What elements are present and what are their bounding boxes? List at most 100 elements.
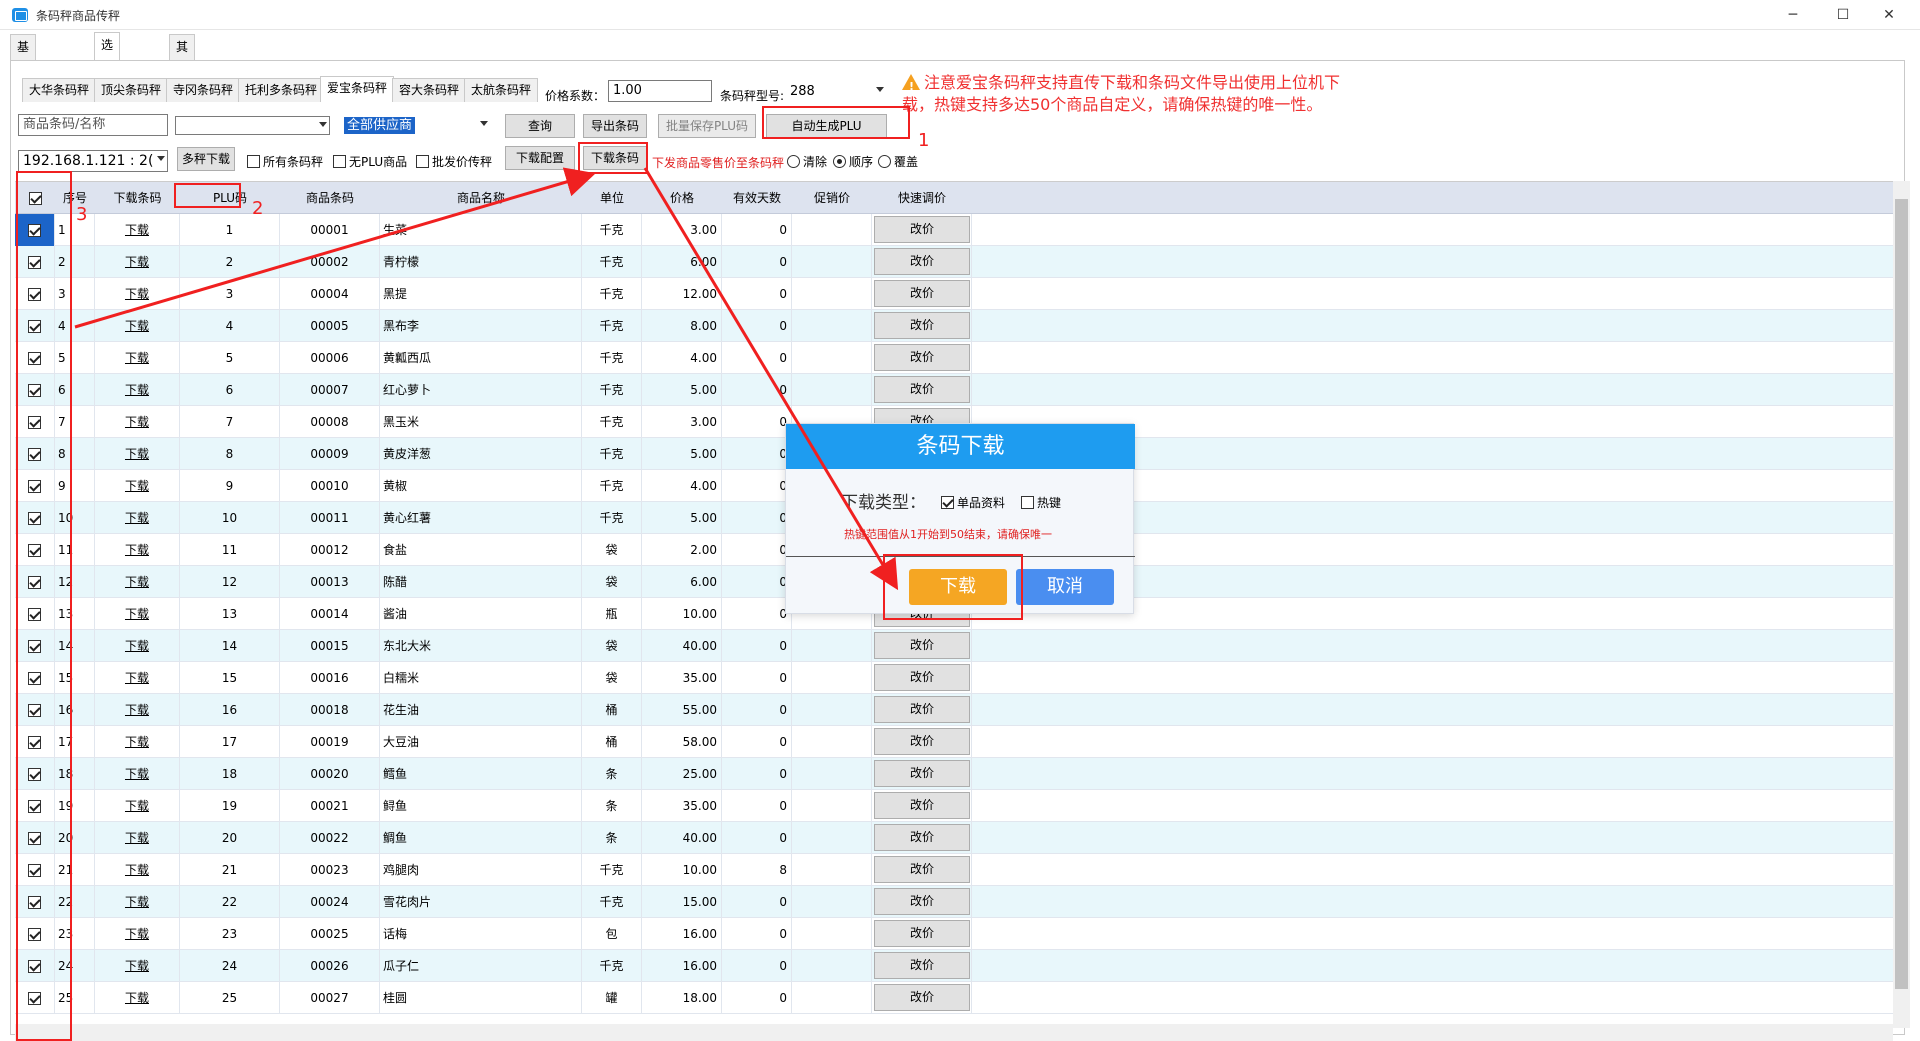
change-price-button[interactable]: 改价 xyxy=(874,248,970,275)
tab-sigang[interactable]: 寺冈条码秤 xyxy=(166,78,241,102)
radio[interactable] xyxy=(878,155,891,168)
download-link[interactable]: 下载 xyxy=(125,831,149,845)
download-link[interactable]: 下载 xyxy=(125,319,149,333)
download-link[interactable]: 下载 xyxy=(125,639,149,653)
option-item-data[interactable]: 单品资料 xyxy=(941,494,1005,511)
download-link[interactable]: 下载 xyxy=(125,895,149,909)
download-link[interactable]: 下载 xyxy=(125,991,149,1005)
table-row[interactable]: 24 下载 24 00026 瓜子仁 千克 16.00 0 改价 xyxy=(15,950,1895,982)
download-link[interactable]: 下载 xyxy=(125,447,149,461)
change-price-button[interactable]: 改价 xyxy=(874,632,970,659)
horizontal-scrollbar[interactable] xyxy=(15,1024,1893,1041)
table-row[interactable]: 1 下载 1 00001 生菜 千克 3.00 0 改价 xyxy=(15,214,1895,246)
download-link[interactable]: 下载 xyxy=(125,703,149,717)
download-link[interactable]: 下载 xyxy=(125,287,149,301)
download-link[interactable]: 下载 xyxy=(125,383,149,397)
download-link[interactable]: 下载 xyxy=(125,351,149,365)
row-checkbox[interactable] xyxy=(28,384,41,397)
download-link[interactable]: 下载 xyxy=(125,863,149,877)
tab-aibao[interactable]: 爱宝条码秤 xyxy=(320,76,395,102)
download-link[interactable]: 下载 xyxy=(125,255,149,269)
row-checkbox[interactable] xyxy=(28,800,41,813)
download-link[interactable]: 下载 xyxy=(125,415,149,429)
checkbox[interactable] xyxy=(416,155,429,168)
minimize-button[interactable]: ─ xyxy=(1770,0,1816,30)
download-button[interactable]: 下载 xyxy=(909,569,1007,605)
row-checkbox[interactable] xyxy=(28,256,41,269)
supplier-select[interactable]: 全部供应商 xyxy=(343,115,491,137)
tab-toledo[interactable]: 托利多条码秤 xyxy=(238,78,325,102)
maximize-button[interactable]: ☐ xyxy=(1820,0,1866,30)
batch-save-plu-button[interactable]: 批量保存PLU码 xyxy=(658,114,756,138)
change-price-button[interactable]: 改价 xyxy=(874,824,970,851)
export-barcode-button[interactable]: 导出条码 xyxy=(583,114,647,138)
change-price-button[interactable]: 改价 xyxy=(874,280,970,307)
table-row[interactable]: 25 下载 25 00027 桂圆罐 18.00 0 改价 xyxy=(15,982,1895,1014)
table-row[interactable]: 16 下载 16 00018 花生油桶 55.00 0 改价 xyxy=(15,694,1895,726)
option-hotkey[interactable]: 热键 xyxy=(1021,494,1061,511)
option-batch-price[interactable]: 批发价传秤 xyxy=(416,153,492,170)
category-select[interactable] xyxy=(175,116,330,135)
table-row[interactable]: 15 下载 15 00016 白糯米袋 35.00 0 改价 xyxy=(15,662,1895,694)
download-link[interactable]: 下载 xyxy=(125,575,149,589)
table-row[interactable]: 19 下载 19 00021 鲟鱼条 35.00 0 改价 xyxy=(15,790,1895,822)
auto-generate-plu-button[interactable]: 自动生成PLU xyxy=(766,114,887,138)
close-button[interactable]: ✕ xyxy=(1866,0,1912,30)
change-price-button[interactable]: 改价 xyxy=(874,856,970,883)
download-link[interactable]: 下载 xyxy=(125,479,149,493)
row-checkbox[interactable] xyxy=(28,960,41,973)
change-price-button[interactable]: 改价 xyxy=(874,344,970,371)
download-link[interactable]: 下载 xyxy=(125,607,149,621)
row-checkbox[interactable] xyxy=(28,640,41,653)
table-row[interactable]: 20 下载 20 00022 鲷鱼条 40.00 0 改价 xyxy=(15,822,1895,854)
download-link[interactable]: 下载 xyxy=(125,959,149,973)
download-link[interactable]: 下载 xyxy=(125,511,149,525)
checkbox[interactable] xyxy=(941,496,954,509)
table-row[interactable]: 3 下载 3 00004 黑提 千克 12.00 0 改价 xyxy=(15,278,1895,310)
option-no-plu[interactable]: 无PLU商品 xyxy=(333,153,407,170)
change-price-button[interactable]: 改价 xyxy=(874,696,970,723)
scale-model-select[interactable]: 288 xyxy=(785,81,887,103)
change-price-button[interactable]: 改价 xyxy=(874,664,970,691)
row-checkbox[interactable] xyxy=(28,544,41,557)
change-price-button[interactable]: 改价 xyxy=(874,376,970,403)
table-row[interactable]: 2 下载 2 00002 青柠檬 千克 6.00 0 改价 xyxy=(15,246,1895,278)
query-button[interactable]: 查询 xyxy=(505,114,575,138)
search-input[interactable]: 商品条码/名称 xyxy=(18,114,168,136)
option-clear[interactable]: 清除 xyxy=(787,153,827,170)
table-row[interactable]: 21 下载 21 00023 鸡腿肉 千克 10.00 8 改价 xyxy=(15,854,1895,886)
tab-dahua[interactable]: 大华条码秤 xyxy=(22,78,97,102)
table-row[interactable]: 14 下载 14 00015 东北大米袋 40.00 0 改价 xyxy=(15,630,1895,662)
download-barcode-button[interactable]: 下载条码 xyxy=(583,146,647,170)
tab-dingjian[interactable]: 顶尖条码秤 xyxy=(94,78,169,102)
row-checkbox[interactable] xyxy=(28,288,41,301)
table-row[interactable]: 6 下载 6 00007 红心萝卜 千克 5.00 0 改价 xyxy=(15,374,1895,406)
row-checkbox[interactable] xyxy=(28,320,41,333)
row-checkbox[interactable] xyxy=(28,768,41,781)
table-row[interactable]: 22 下载 22 00024 雪花肉片 千克 15.00 0 改价 xyxy=(15,886,1895,918)
vertical-scrollbar[interactable] xyxy=(1893,181,1910,1028)
tab-select-scale[interactable]: 选择条码秤 xyxy=(94,32,121,148)
select-all-checkbox[interactable] xyxy=(28,192,42,205)
download-link[interactable]: 下载 xyxy=(125,927,149,941)
row-checkbox[interactable] xyxy=(28,608,41,621)
change-price-button[interactable]: 改价 xyxy=(874,984,970,1011)
change-price-button[interactable]: 改价 xyxy=(874,312,970,339)
download-link[interactable]: 下载 xyxy=(125,543,149,557)
row-checkbox[interactable] xyxy=(28,352,41,365)
radio[interactable] xyxy=(787,155,800,168)
download-link[interactable]: 下载 xyxy=(125,767,149,781)
row-checkbox[interactable] xyxy=(28,704,41,717)
change-price-button[interactable]: 改价 xyxy=(874,792,970,819)
row-checkbox[interactable] xyxy=(28,992,41,1005)
row-checkbox[interactable] xyxy=(28,416,41,429)
radio[interactable] xyxy=(833,155,846,168)
table-row[interactable]: 23 下载 23 00025 话梅包 16.00 0 改价 xyxy=(15,918,1895,950)
ip-select[interactable]: 192.168.1.121 : 2( xyxy=(18,150,168,172)
row-checkbox[interactable] xyxy=(28,448,41,461)
row-checkbox[interactable] xyxy=(28,224,41,237)
change-price-button[interactable]: 改价 xyxy=(874,888,970,915)
checkbox[interactable] xyxy=(1021,496,1034,509)
checkbox[interactable] xyxy=(247,155,260,168)
change-price-button[interactable]: 改价 xyxy=(874,920,970,947)
